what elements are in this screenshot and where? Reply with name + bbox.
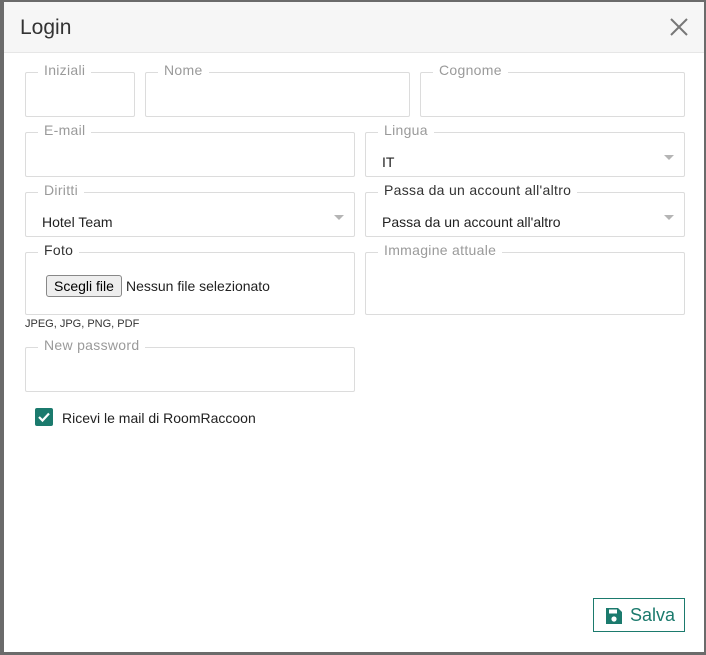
diritti-label: Diritti [38, 182, 84, 198]
immagine-attuale-field: Immagine attuale [365, 242, 685, 315]
iniziali-field[interactable]: Iniziali [25, 62, 135, 117]
iniziali-label: Iniziali [38, 62, 92, 78]
mail-checkbox[interactable] [35, 408, 53, 426]
lingua-select[interactable]: Lingua IT [365, 122, 685, 177]
email-label: E-mail [38, 122, 92, 138]
passa-value: Passa da un account all'altro [382, 214, 561, 230]
modal-title: Login [20, 16, 72, 39]
login-modal: Login Iniziali Nome Cognome E-mail Lingu… [4, 2, 704, 652]
cognome-label: Cognome [433, 62, 508, 78]
lingua-label: Lingua [378, 122, 434, 138]
email-field[interactable]: E-mail [25, 122, 355, 177]
foto-field: Foto Scegli file Nessun file selezionato [25, 242, 355, 315]
file-status: Nessun file selezionato [126, 278, 270, 294]
choose-file-button[interactable]: Scegli file [46, 275, 122, 297]
save-label: Salva [630, 605, 676, 625]
close-icon[interactable] [668, 16, 690, 38]
diritti-select[interactable]: Diritti Hotel Team [25, 182, 355, 237]
diritti-value: Hotel Team [42, 214, 113, 230]
immagine-label: Immagine attuale [378, 242, 503, 258]
save-button[interactable]: Salva [593, 598, 685, 632]
mail-checkbox-label: Ricevi le mail di RoomRaccoon [62, 410, 256, 426]
cognome-field[interactable]: Cognome [420, 62, 685, 117]
file-types-hint: JPEG, JPG, PNG, PDF [25, 318, 140, 330]
chevron-down-icon [334, 215, 344, 220]
check-icon [38, 412, 50, 423]
nome-field[interactable]: Nome [145, 62, 410, 117]
lingua-value: IT [382, 154, 395, 170]
passa-select[interactable]: Passa da un account all'altro Passa da u… [365, 182, 685, 237]
password-label: New password [38, 337, 146, 353]
foto-label: Foto [38, 242, 80, 258]
new-password-field[interactable]: New password [25, 337, 355, 392]
passa-label: Passa da un account all'altro [378, 182, 578, 198]
floppy-disk-icon [606, 608, 622, 624]
chevron-down-icon [664, 215, 674, 220]
chevron-down-icon [664, 155, 674, 160]
nome-label: Nome [158, 62, 209, 78]
modal-header: Login [4, 2, 704, 53]
